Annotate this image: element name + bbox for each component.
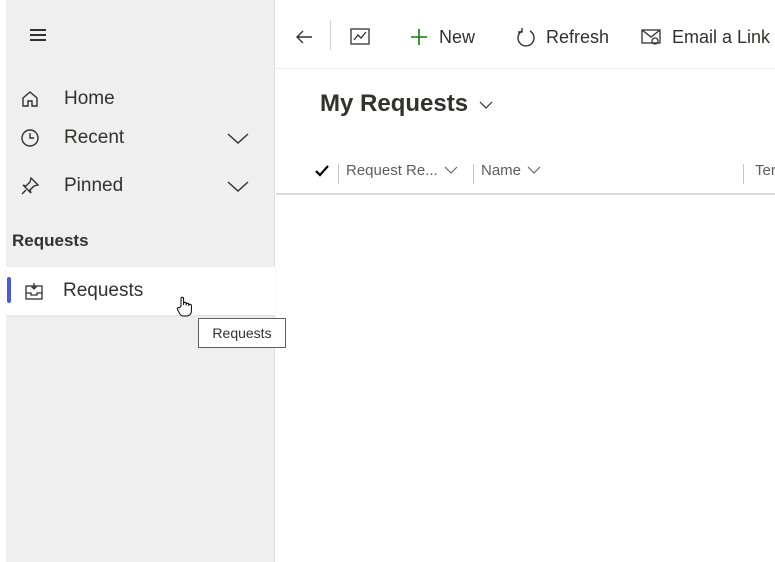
- sidebar-item-label: Pinned: [64, 175, 124, 196]
- sidebar-item-label: Requests: [63, 280, 144, 301]
- chevron-down-icon: [478, 90, 494, 118]
- chevron-down-icon[interactable]: [226, 128, 249, 148]
- sidebar-item-pinned[interactable]: Pinned: [6, 166, 275, 206]
- column-header-label: Name: [481, 162, 522, 179]
- chart-button[interactable]: [349, 22, 371, 52]
- grid-header: Request Re... Name Ter: [276, 152, 775, 195]
- refresh-icon: [517, 28, 535, 47]
- group-title: Requests: [12, 231, 89, 250]
- column-divider: [338, 164, 339, 184]
- column-divider: [743, 164, 744, 184]
- column-header-request-ref[interactable]: Request Re...: [346, 162, 458, 179]
- email-link-button[interactable]: Email a Link: [640, 22, 770, 52]
- sidebar-item-requests[interactable]: Requests: [6, 267, 275, 315]
- back-button[interactable]: [294, 22, 314, 52]
- tooltip: Requests: [198, 318, 286, 348]
- column-header-name[interactable]: Name: [481, 162, 541, 179]
- select-all-checkmark-icon[interactable]: [315, 164, 329, 183]
- home-icon: [20, 89, 40, 109]
- column-header-label: Ter: [755, 162, 775, 179]
- chart-icon: [350, 28, 370, 45]
- new-button[interactable]: New: [409, 22, 475, 52]
- command-bar: New Refresh Email a Link: [276, 0, 775, 69]
- sidebar-item-label: Recent: [64, 127, 125, 148]
- toolbar-divider: [330, 20, 331, 50]
- sidebar-item-recent[interactable]: Recent: [6, 118, 275, 158]
- refresh-label: Refresh: [546, 26, 610, 47]
- selection-indicator: [7, 277, 11, 303]
- plus-icon: [411, 29, 427, 45]
- inbox-icon: [24, 281, 44, 301]
- pin-icon: [20, 176, 40, 196]
- view-selector[interactable]: My Requests: [320, 90, 494, 118]
- column-header-label: Request Re...: [346, 162, 438, 179]
- chevron-down-icon: [527, 162, 541, 179]
- clock-icon: [20, 128, 40, 148]
- back-arrow-icon: [296, 30, 312, 44]
- chevron-down-icon: [444, 162, 458, 179]
- sidebar-item-label: Home: [64, 88, 115, 109]
- column-header-ter[interactable]: Ter: [755, 162, 775, 179]
- page-title: My Requests: [320, 90, 469, 117]
- hand-cursor-icon: [176, 296, 194, 318]
- refresh-button[interactable]: Refresh: [516, 22, 609, 52]
- hamburger-icon[interactable]: [30, 26, 48, 44]
- column-divider: [473, 164, 474, 184]
- grid-header-divider: [276, 193, 775, 195]
- sidebar-item-home[interactable]: Home: [6, 79, 275, 119]
- email-link-label: Email a Link: [672, 26, 771, 47]
- email-link-icon: [641, 29, 661, 45]
- chevron-down-icon[interactable]: [226, 176, 249, 196]
- new-label: New: [439, 26, 476, 47]
